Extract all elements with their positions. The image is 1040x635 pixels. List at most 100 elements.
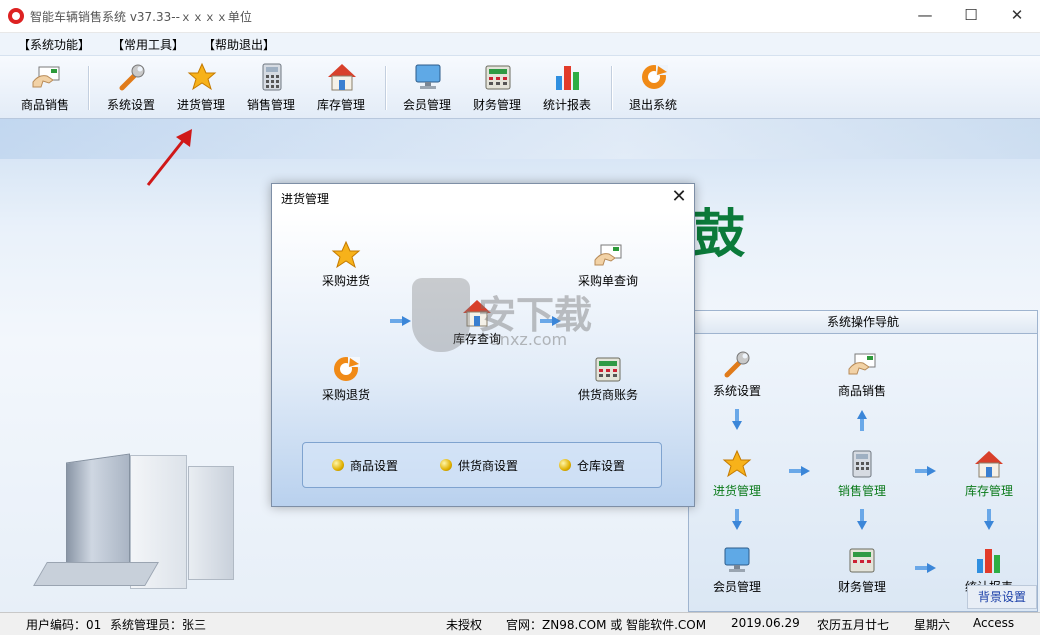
monitor-icon (724, 547, 750, 572)
toolbar-purchase-button[interactable]: 进货管理 (165, 56, 237, 118)
menu-system-functions[interactable]: 【系统功能】 (18, 36, 90, 53)
calculator-icon (852, 450, 872, 478)
arrow-right-icon (789, 466, 810, 476)
toolbar-label: 统计报表 (542, 98, 591, 112)
radio-bullet-icon (559, 459, 571, 471)
nav-panel-title: 系统操作导航 (689, 311, 1037, 334)
toolbar-exit-button[interactable]: 退出系统 (617, 56, 689, 118)
toolbar-label: 进货管理 (176, 98, 225, 112)
bar-chart-icon (977, 549, 1000, 573)
arrow-down-icon (732, 409, 742, 430)
house-icon (328, 64, 356, 91)
wrench-icon (724, 351, 750, 378)
toolbar-members-button[interactable]: 会员管理 (391, 56, 463, 118)
wrench-icon (119, 64, 145, 91)
hand-card-icon (594, 244, 622, 266)
window-title: 智能车辆销售系统 v37.33--ｘｘｘｘ单位 (30, 10, 252, 24)
toolbar-label: 会员管理 (402, 98, 451, 112)
status-date: 2019.06.29 (731, 616, 800, 630)
toolbar-reports-button[interactable]: 统计报表 (531, 56, 603, 118)
status-user-code: 用户编码：01 (26, 618, 102, 632)
radio-bullet-icon (332, 459, 344, 471)
purchase-order-query-button[interactable]: 采购单查询 (563, 240, 653, 290)
minimize-button[interactable]: — (902, 0, 948, 32)
toolbar-sales-mgmt-button[interactable]: 销售管理 (235, 56, 307, 118)
toolbar-separator (385, 66, 387, 110)
house-icon (975, 451, 1003, 478)
purchase-return-button[interactable]: 采购退货 (301, 354, 391, 404)
arrow-right-icon (915, 563, 936, 573)
refresh-icon (642, 65, 668, 89)
nav-item-label: 进货管理 (712, 484, 761, 498)
nav-finance[interactable]: 财务管理 (817, 545, 907, 595)
nav-item-label: 商品销售 (837, 384, 886, 398)
status-weekday: 星期六 (914, 618, 951, 632)
maximize-button[interactable]: ☐ (948, 0, 994, 32)
toolbar-label: 商品销售 (20, 98, 69, 112)
cash-register-icon (595, 357, 621, 382)
star-icon (187, 62, 217, 91)
status-lunar-date: 农历五月廿七 (817, 618, 890, 632)
nav-item-label: 系统设置 (712, 384, 761, 398)
radio-bullet-icon (440, 459, 452, 471)
toolbar: 商品销售 系统设置 进货管理 销售管理 库存管理 会员管理 财务管理 统计报表 … (0, 56, 1040, 119)
nav-item-label: 销售管理 (837, 484, 886, 498)
hand-card-icon (32, 66, 60, 88)
nav-item-label: 财务管理 (837, 580, 886, 594)
dialog-title: 进货管理 (281, 192, 330, 206)
background-settings-button[interactable]: 背景设置 (967, 585, 1037, 609)
hand-card-icon (848, 353, 876, 375)
toolbar-settings-button[interactable]: 系统设置 (95, 56, 167, 118)
arrow-right-icon (915, 466, 936, 476)
dialog-item-label: 采购退货 (321, 388, 370, 402)
group-button-label: 仓库设置 (577, 459, 626, 473)
nav-settings[interactable]: 系统设置 (692, 349, 782, 399)
bar-chart-icon (556, 66, 579, 90)
cash-register-icon (849, 548, 875, 573)
calculator-icon (262, 63, 282, 91)
supplier-accounts-button[interactable]: 供货商账务 (563, 354, 653, 404)
toolbar-finance-button[interactable]: 财务管理 (461, 56, 533, 118)
arrow-down-icon (857, 509, 867, 530)
watermark-url: anxz.com (490, 330, 568, 349)
toolbar-separator (88, 66, 90, 110)
title-bar: 智能车辆销售系统 v37.33--ｘｘｘｘ单位 — ☐ ✕ (0, 0, 1040, 33)
nav-item-label: 库存管理 (964, 484, 1013, 498)
toolbar-label: 系统设置 (106, 98, 155, 112)
purchase-stock-in-button[interactable]: 采购进货 (301, 240, 391, 290)
nav-members[interactable]: 会员管理 (692, 545, 782, 595)
background-banner-text: 鼓 (693, 204, 746, 265)
dialog-close-button[interactable]: ✕ (664, 184, 694, 212)
group-button-label: 商品设置 (350, 459, 399, 473)
arrow-right-icon (390, 316, 411, 326)
keyboard-image (33, 562, 159, 586)
arrow-up-icon (857, 410, 867, 431)
nav-inventory[interactable]: 库存管理 (944, 449, 1034, 499)
nav-sales-mgmt[interactable]: 销售管理 (817, 449, 907, 499)
menu-common-tools[interactable]: 【常用工具】 (112, 36, 184, 53)
computer-monitor-image (66, 453, 130, 575)
dialog-item-label: 采购进货 (321, 274, 370, 288)
toolbar-inventory-button[interactable]: 库存管理 (305, 56, 377, 118)
dialog-body: 采购进货 采购单查询 库存查询 采购退货 供货商账务 商品设置 供货商设置 仓库… (272, 212, 694, 506)
computer-tower-image (188, 466, 234, 580)
toolbar-label: 退出系统 (628, 98, 677, 112)
status-database: Access (973, 616, 1015, 630)
toolbar-label: 财务管理 (472, 98, 521, 112)
dialog-title-bar: 进货管理 ✕ (272, 184, 694, 212)
toolbar-sales-button[interactable]: 商品销售 (9, 56, 81, 118)
status-bar: 用户编码：01 系统管理员：张三 未授权 官网：ZN98.COM 或 智能软件.… (0, 612, 1040, 635)
purchase-management-dialog: 进货管理 ✕ 采购进货 采购单查询 库存查询 采购退货 供货商账务 商品设置 供… (271, 183, 695, 507)
menu-help-exit[interactable]: 【帮助退出】 (203, 36, 275, 53)
dialog-item-label: 供货商账务 (577, 388, 638, 402)
menu-bar: 【系统功能】 【常用工具】 【帮助退出】 (0, 33, 1040, 56)
refresh-icon (334, 357, 360, 381)
group-button-label: 供货商设置 (458, 459, 519, 473)
close-button[interactable]: ✕ (994, 0, 1040, 32)
nav-sales[interactable]: 商品销售 (817, 349, 907, 399)
app-logo-icon (8, 8, 24, 24)
watermark-shield-icon (412, 278, 470, 352)
dialog-settings-group: 商品设置 供货商设置 仓库设置 (302, 442, 662, 488)
arrow-down-icon (732, 509, 742, 530)
nav-purchase[interactable]: 进货管理 (692, 449, 782, 499)
